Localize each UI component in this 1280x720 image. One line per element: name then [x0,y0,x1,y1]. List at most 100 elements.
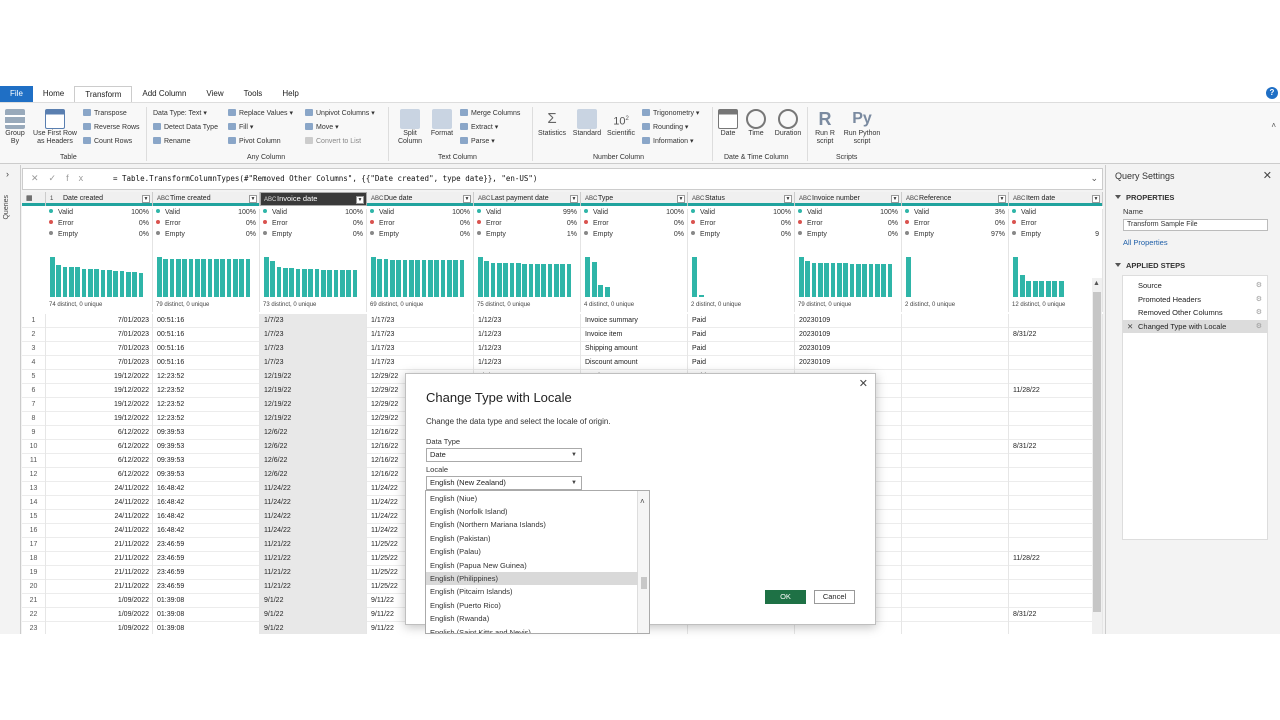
ok-button[interactable]: OK [765,590,806,604]
table-cell[interactable]: 12:23:52 [153,398,260,412]
table-cell[interactable] [1009,482,1103,496]
all-properties-link[interactable]: All Properties [1123,238,1168,247]
table-cell[interactable]: 1/09/2022 [46,594,153,608]
table-cell[interactable]: 1/7/23 [260,356,367,370]
locale-option[interactable]: English (Northern Mariana Islands) [426,518,638,531]
table-cell[interactable]: 9/1/22 [260,594,367,608]
filter-dropdown-icon[interactable]: ▼ [142,195,150,203]
table-cell[interactable]: 24/11/2022 [46,482,153,496]
table-cell[interactable]: 6/12/2022 [46,468,153,482]
locale-option[interactable]: English (Pitcairn Islands) [426,585,638,598]
help-icon[interactable]: ? [1266,87,1278,99]
table-cell[interactable]: 23:46:59 [153,580,260,594]
unpivot-columns-button[interactable]: Unpivot Columns ▾ [305,109,375,118]
table-cell[interactable]: 1/17/23 [367,314,474,328]
applied-step[interactable]: Source ⚙ [1123,279,1267,292]
tab-view[interactable]: View [196,86,233,102]
table-cell[interactable]: 09:39:53 [153,454,260,468]
scroll-up-icon[interactable]: ▲ [1093,280,1100,287]
filter-dropdown-icon[interactable]: ▼ [784,195,792,203]
filter-dropdown-icon[interactable]: ▼ [891,195,899,203]
table-cell[interactable] [902,328,1009,342]
table-cell[interactable]: 20230109 [795,342,902,356]
table-cell[interactable]: 11/28/22 [1009,552,1103,566]
gear-icon[interactable]: ⚙ [1256,306,1262,319]
table-cell[interactable] [1009,524,1103,538]
applied-step[interactable]: ✕ Changed Type with Locale ⚙ [1123,319,1267,333]
convert-to-list-button[interactable]: Convert to List [305,137,361,146]
locale-option[interactable]: English (Pakistan) [426,532,638,545]
table-cell[interactable]: 1/17/23 [367,328,474,342]
column-header[interactable]: ABCInvoice number ▼ [795,192,902,206]
table-cell[interactable] [1009,342,1103,356]
column-type-icon[interactable]: ABC [585,192,597,206]
table-menu-icon[interactable]: ▦ [22,192,46,206]
table-cell[interactable]: 8/31/22 [1009,608,1103,622]
column-header[interactable]: ABCReference ▼ [902,192,1009,206]
table-cell[interactable]: 1/7/23 [260,328,367,342]
cancel-button[interactable]: Cancel [814,590,855,604]
table-cell[interactable] [902,412,1009,426]
table-cell[interactable] [1009,594,1103,608]
table-cell[interactable]: 7/01/2023 [46,328,153,342]
table-cell[interactable] [902,608,1009,622]
transpose-button[interactable]: Transpose [83,109,127,118]
table-cell[interactable]: 1/17/23 [367,342,474,356]
scientific-button[interactable]: 102 Scientific [604,109,638,138]
locale-option[interactable]: English (Palau) [426,545,638,558]
column-type-icon[interactable]: ABC [478,192,490,206]
table-cell[interactable]: 00:51:16 [153,314,260,328]
table-cell[interactable]: 7/01/2023 [46,342,153,356]
table-cell[interactable]: 12:23:52 [153,412,260,426]
table-cell[interactable] [902,440,1009,454]
split-column-button[interactable]: Split Column [393,109,427,146]
table-cell[interactable]: 1/7/23 [260,342,367,356]
table-cell[interactable]: 11/28/22 [1009,384,1103,398]
table-cell[interactable] [1009,412,1103,426]
column-type-icon[interactable]: ABC [799,192,811,206]
formula-text[interactable]: = Table.TransformColumnTypes(#"Removed O… [113,174,537,183]
grid-vertical-scrollbar[interactable]: ▲ [1092,278,1102,634]
table-cell[interactable] [902,398,1009,412]
table-cell[interactable]: 11/24/22 [260,482,367,496]
table-cell[interactable] [902,468,1009,482]
duration-button[interactable]: Duration [771,109,805,138]
locale-option[interactable]: English (Philippines) [426,571,638,586]
table-cell[interactable]: 1/7/23 [260,314,367,328]
table-cell[interactable] [1009,314,1103,328]
table-cell[interactable] [1009,370,1103,384]
filter-dropdown-icon[interactable]: ▼ [463,195,471,203]
table-cell[interactable] [902,496,1009,510]
table-cell[interactable] [902,552,1009,566]
applied-step[interactable]: Promoted Headers ⚙ [1123,293,1267,306]
close-icon[interactable]: ✕ [1263,169,1272,182]
format-button[interactable]: Format [428,109,456,138]
column-header[interactable]: ABCItem date ▼ [1009,192,1103,206]
delete-step-icon[interactable]: ✕ [1127,320,1133,333]
table-cell[interactable]: 09:39:53 [153,440,260,454]
table-cell[interactable]: 16:48:42 [153,496,260,510]
table-cell[interactable]: Discount amount [581,356,688,370]
rename-button[interactable]: Rename [153,137,190,146]
table-cell[interactable] [1009,538,1103,552]
table-cell[interactable]: 16:48:42 [153,482,260,496]
table-cell[interactable]: 12:23:52 [153,370,260,384]
table-cell[interactable] [902,384,1009,398]
locale-option[interactable]: English (Saint Kitts and Nevis) [426,626,638,634]
table-cell[interactable]: 6/12/2022 [46,454,153,468]
applied-step[interactable]: Removed Other Columns ⚙ [1123,306,1267,319]
data-type-dropdown[interactable]: Data Type: Text ▾ [153,109,207,118]
column-header[interactable]: ABCStatus ▼ [688,192,795,206]
extract-button[interactable]: Extract ▾ [460,123,498,132]
statistics-button[interactable]: Σ Statistics [535,109,569,138]
standard-button[interactable]: Standard [570,109,604,138]
table-cell[interactable]: 12/6/22 [260,440,367,454]
move-button[interactable]: Move ▾ [305,123,339,132]
group-by-button[interactable]: Group By [3,109,27,146]
filter-dropdown-icon[interactable]: ▼ [570,195,578,203]
table-cell[interactable]: 9/1/22 [260,608,367,622]
table-cell[interactable]: 01:39:08 [153,594,260,608]
table-cell[interactable] [902,510,1009,524]
table-cell[interactable]: 7/01/2023 [46,356,153,370]
table-cell[interactable]: 12/6/22 [260,454,367,468]
